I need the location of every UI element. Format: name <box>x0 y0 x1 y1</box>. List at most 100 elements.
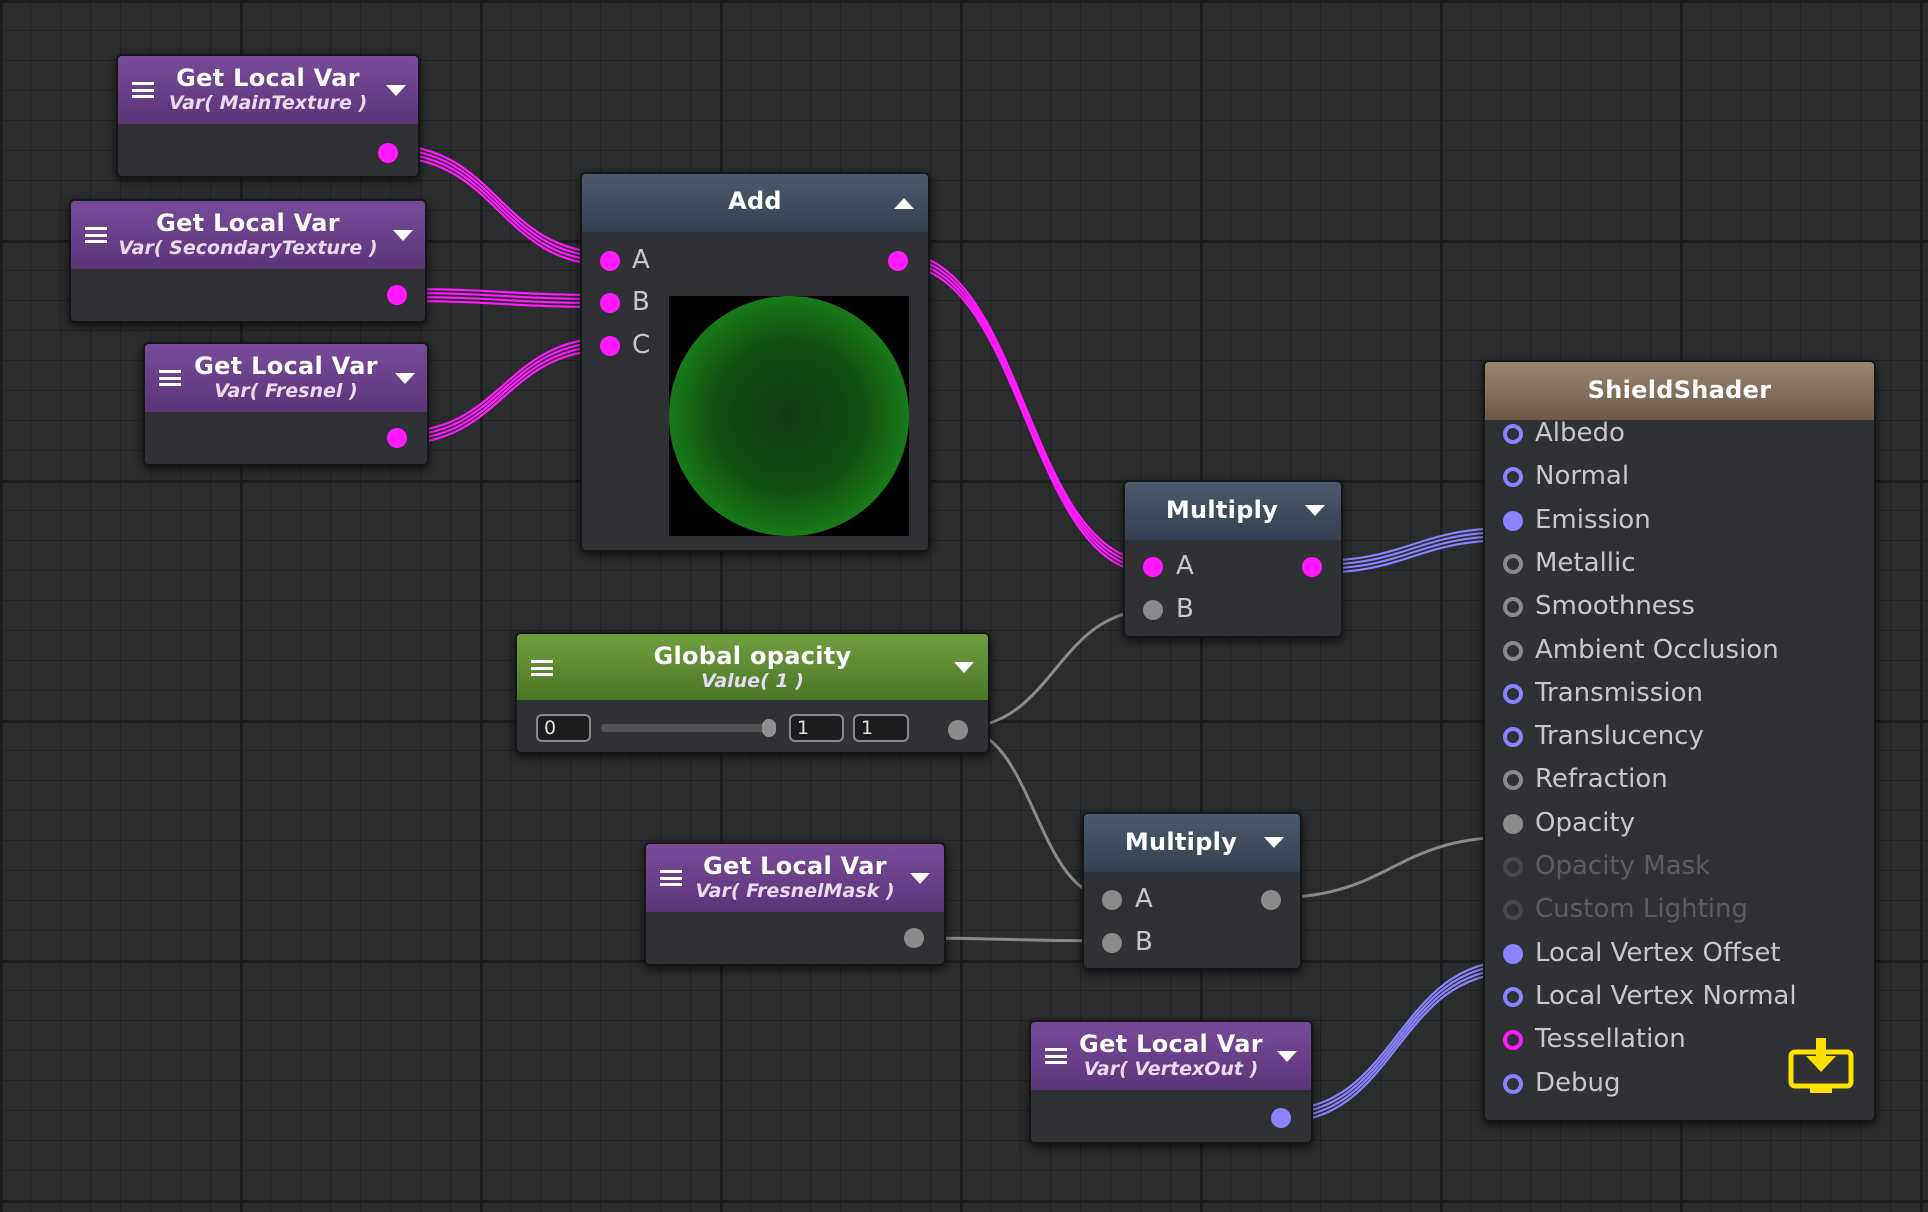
input-port-refraction[interactable] <box>1503 770 1523 791</box>
input-label-a: A <box>632 245 650 275</box>
output-port[interactable] <box>387 428 407 448</box>
node-header[interactable]: Multiply <box>1084 814 1300 872</box>
output-port[interactable] <box>1302 557 1322 577</box>
node-title: Add <box>728 187 782 215</box>
min-value-field[interactable]: 0 <box>536 714 591 742</box>
collapse-arrow-icon[interactable] <box>1305 505 1325 516</box>
menu-icon[interactable] <box>132 82 154 98</box>
output-port[interactable] <box>1271 1108 1291 1128</box>
multiply-node-1[interactable]: Multiply A B <box>1123 480 1343 638</box>
get-local-var-vertexout-node[interactable]: Get Local Var Var( VertexOut ) <box>1029 1020 1313 1144</box>
max-value-field[interactable]: 1 <box>853 714 909 742</box>
input-port-local-vertex-offset[interactable] <box>1503 943 1523 964</box>
input-port-a[interactable] <box>1143 557 1163 577</box>
wire-vertexout-to-local-vertex-offset <box>1280 959 1514 1112</box>
output-port[interactable] <box>1261 890 1281 910</box>
input-port-a[interactable] <box>600 251 620 271</box>
wire-vertexout-to-local-vertex-offset <box>1280 967 1514 1120</box>
input-port-b[interactable] <box>600 293 620 313</box>
collapse-arrow-icon[interactable] <box>1277 1051 1297 1062</box>
wire-secondarytexture-to-add-b <box>396 295 611 305</box>
output-port[interactable] <box>904 928 924 948</box>
menu-icon[interactable] <box>531 660 553 676</box>
graph-canvas[interactable]: Get Local Var Var( MainTexture ) Get Loc… <box>0 0 1928 1212</box>
input-label-opacity-mask: Opacity Mask <box>1535 851 1711 881</box>
input-label-opacity: Opacity <box>1535 807 1636 838</box>
node-header[interactable]: Add <box>582 174 928 232</box>
collapse-arrow-icon[interactable] <box>393 230 413 241</box>
input-port-translucency[interactable] <box>1503 727 1523 748</box>
input-label-smoothness: Smoothness <box>1535 591 1695 622</box>
node-header[interactable]: Get Local Var Var( Fresnel ) <box>145 344 427 412</box>
collapse-arrow-icon[interactable] <box>894 198 914 209</box>
input-label-local-vertex-normal: Local Vertex Normal <box>1535 980 1797 1011</box>
node-subtitle: Var( VertexOut ) <box>1083 1058 1259 1080</box>
output-port[interactable] <box>387 285 407 305</box>
node-subtitle: Var( FresnelMask ) <box>695 880 895 902</box>
node-header[interactable]: Get Local Var Var( SecondaryTexture ) <box>71 201 425 269</box>
input-port-c[interactable] <box>600 336 620 356</box>
wire-vertexout-to-local-vertex-offset <box>1280 971 1514 1124</box>
input-port-ambient-occlusion[interactable] <box>1503 640 1523 661</box>
node-title: Get Local Var <box>1079 1030 1263 1058</box>
output-port[interactable] <box>888 251 908 271</box>
input-port-emission[interactable] <box>1503 510 1523 531</box>
node-header[interactable]: Get Local Var Var( VertexOut ) <box>1031 1022 1311 1090</box>
input-label-a: A <box>1176 551 1194 581</box>
input-port-custom-lighting[interactable] <box>1503 900 1523 921</box>
input-label-local-vertex-offset: Local Vertex Offset <box>1535 937 1781 968</box>
global-opacity-node[interactable]: Global opacity Value( 1 ) 0 1 1 <box>515 632 990 754</box>
input-port-smoothness[interactable] <box>1503 597 1523 618</box>
input-port-b[interactable] <box>1102 933 1122 953</box>
get-local-var-maintexture-node[interactable]: Get Local Var Var( MainTexture ) <box>116 54 420 178</box>
menu-icon[interactable] <box>1045 1048 1067 1064</box>
collapse-arrow-icon[interactable] <box>386 85 406 96</box>
input-port-b[interactable] <box>1143 600 1163 620</box>
input-label-normal: Normal <box>1535 461 1630 492</box>
menu-icon[interactable] <box>159 370 181 386</box>
output-port[interactable] <box>378 143 398 163</box>
collapse-arrow-icon[interactable] <box>954 662 974 673</box>
collapse-arrow-icon[interactable] <box>1264 837 1284 848</box>
value-slider-thumb[interactable] <box>762 719 776 737</box>
node-title: Get Local Var <box>194 352 378 380</box>
get-local-var-fresnelmask-node[interactable]: Get Local Var Var( FresnelMask ) <box>644 842 946 966</box>
node-header[interactable]: Multiply <box>1125 482 1341 540</box>
input-label-ambient-occlusion: Ambient Occlusion <box>1535 634 1779 665</box>
value-slider-track[interactable] <box>601 724 776 732</box>
node-subtitle: Var( MainTexture ) <box>168 92 368 114</box>
input-port-local-vertex-normal[interactable] <box>1503 986 1523 1007</box>
node-header[interactable]: Get Local Var Var( FresnelMask ) <box>646 844 944 912</box>
input-port-a[interactable] <box>1102 890 1122 910</box>
node-header[interactable]: ShieldShader <box>1485 362 1874 420</box>
input-port-transmission[interactable] <box>1503 683 1523 704</box>
input-port-opacity[interactable] <box>1503 813 1523 834</box>
input-port-albedo[interactable] <box>1503 424 1523 444</box>
collapse-arrow-icon[interactable] <box>910 873 930 884</box>
input-port-opacity-mask[interactable] <box>1503 857 1523 877</box>
input-label-refraction: Refraction <box>1535 764 1668 795</box>
input-port-tessellation[interactable] <box>1503 1030 1523 1051</box>
value-field[interactable]: 1 <box>789 714 844 742</box>
input-label-b: B <box>632 287 650 317</box>
menu-icon[interactable] <box>85 227 107 243</box>
input-port-debug[interactable] <box>1503 1073 1523 1094</box>
get-local-var-fresnel-node[interactable]: Get Local Var Var( Fresnel ) <box>143 342 429 466</box>
collapse-arrow-icon[interactable] <box>395 373 415 384</box>
wire-multiply2-to-opacity <box>1270 835 1514 900</box>
node-title: Get Local Var <box>156 209 340 237</box>
input-port-normal[interactable] <box>1503 467 1523 488</box>
node-header[interactable]: Global opacity Value( 1 ) <box>517 634 988 700</box>
shieldshader-output-node[interactable]: ShieldShader Albedo Normal Emission Metalli… <box>1483 360 1876 1122</box>
add-node[interactable]: Add A B C <box>580 172 930 552</box>
output-port[interactable] <box>948 720 968 740</box>
preview-sphere <box>669 296 909 536</box>
get-local-var-secondarytexture-node[interactable]: Get Local Var Var( SecondaryTexture ) <box>69 199 427 323</box>
save-to-disk-icon[interactable] <box>1788 1038 1854 1094</box>
input-label-c: C <box>632 330 651 360</box>
menu-icon[interactable] <box>660 870 682 886</box>
node-header[interactable]: Get Local Var Var( MainTexture ) <box>118 56 418 124</box>
multiply-node-2[interactable]: Multiply A B <box>1082 812 1302 970</box>
input-port-metallic[interactable] <box>1503 553 1523 574</box>
input-label-translucency: Translucency <box>1535 721 1704 752</box>
